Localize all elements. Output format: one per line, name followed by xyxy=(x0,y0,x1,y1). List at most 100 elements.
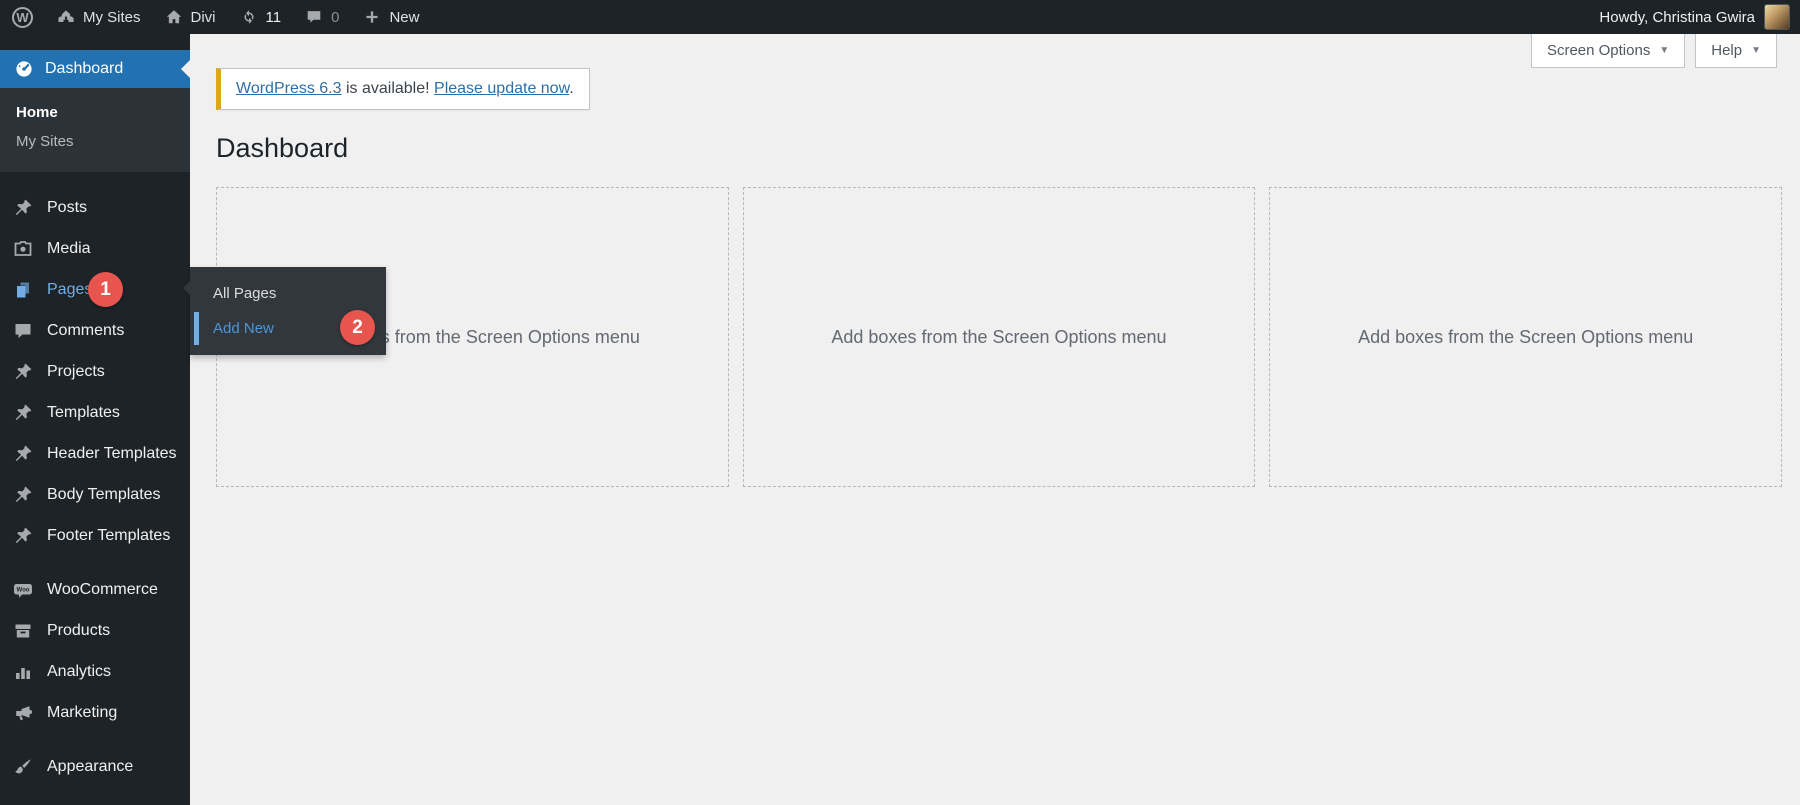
notice-suffix: . xyxy=(569,80,574,97)
admin-sidebar: Dashboard Home My Sites Posts Media Pages 1 C… xyxy=(0,34,190,805)
my-sites-icon xyxy=(57,8,75,26)
sidebar-item-label: Comments xyxy=(47,321,125,339)
help-button[interactable]: Help ▼ xyxy=(1695,34,1777,68)
my-sites-menu[interactable]: My Sites xyxy=(45,0,153,34)
sidebar-item-footer-templates[interactable]: Footer Templates xyxy=(0,515,190,556)
dashboard-placeholder-box: Add boxes from the Screen Options menu xyxy=(1269,187,1782,488)
updates-icon xyxy=(240,8,258,26)
update-now-link[interactable]: Please update now xyxy=(434,80,569,97)
comments-icon xyxy=(305,8,323,26)
admin-bar: W My Sites Divi 11 0 New Howdy, Christin… xyxy=(0,0,1800,34)
bar-chart-icon xyxy=(13,662,35,682)
sidebar-item-label: Footer Templates xyxy=(47,526,171,544)
comment-icon xyxy=(13,321,35,341)
sidebar-item-posts[interactable]: Posts xyxy=(0,187,190,228)
sidebar-item-appearance[interactable]: Appearance xyxy=(0,746,190,787)
sidebar-item-label: Appearance xyxy=(47,757,134,775)
pushpin-icon xyxy=(13,198,35,218)
current-item-arrow xyxy=(181,60,190,78)
account-menu[interactable]: Howdy, Christina Gwira xyxy=(1589,4,1800,30)
comments-count: 0 xyxy=(331,8,340,26)
help-label: Help xyxy=(1711,42,1743,59)
dashboard-submenu-item-home[interactable]: Home xyxy=(0,98,190,127)
flyout-item-label: Add New xyxy=(213,320,274,337)
site-name-label: Divi xyxy=(190,8,216,26)
archive-box-icon xyxy=(13,621,35,641)
sidebar-item-label: WooCommerce xyxy=(47,580,158,598)
wordpress-logo-button[interactable]: W xyxy=(0,0,45,34)
svg-text:Woo: Woo xyxy=(17,587,30,593)
sidebar-item-label: Header Templates xyxy=(47,444,177,462)
notice-text: is available! xyxy=(341,80,435,97)
flyout-item-label: All Pages xyxy=(213,285,277,302)
sidebar-item-label: Media xyxy=(47,239,91,257)
chevron-down-icon: ▼ xyxy=(1751,45,1761,56)
screen-options-label: Screen Options xyxy=(1546,42,1651,59)
placeholder-box-text: Add boxes from the Screen Options menu xyxy=(831,326,1167,347)
avatar xyxy=(1764,4,1790,30)
new-content-menu[interactable]: New xyxy=(351,0,431,34)
flyout-arrow xyxy=(176,281,190,295)
update-notice: WordPress 6.3 is available! Please updat… xyxy=(216,68,590,110)
sidebar-item-marketing[interactable]: Marketing xyxy=(0,692,190,733)
sidebar-item-label: Pages xyxy=(47,280,93,298)
pushpin-icon xyxy=(13,526,35,546)
updates-menu[interactable]: 11 xyxy=(228,0,294,34)
sidebar-item-label: Projects xyxy=(47,362,105,380)
dashboard-placeholder-box: Add boxes from the Screen Options menu xyxy=(742,187,1256,488)
sidebar-item-label: Posts xyxy=(47,198,88,216)
main-content: WordPress 6.3 is available! Please updat… xyxy=(190,34,1800,805)
flyout-item-add-new[interactable]: Add New 2 xyxy=(190,310,386,346)
howdy-label: Howdy, Christina Gwira xyxy=(1599,8,1755,26)
sidebar-item-label: Marketing xyxy=(47,703,118,721)
my-sites-label: My Sites xyxy=(83,8,141,26)
active-indicator-bar xyxy=(194,312,199,345)
step-badge: 1 xyxy=(88,272,123,307)
sidebar-item-projects[interactable]: Projects xyxy=(0,351,190,392)
pushpin-icon xyxy=(13,444,35,464)
site-name-menu[interactable]: Divi xyxy=(153,0,228,34)
pushpin-icon xyxy=(13,403,35,423)
sidebar-item-body-templates[interactable]: Body Templates xyxy=(0,474,190,515)
sidebar-item-label: Analytics xyxy=(47,662,112,680)
sidebar-menu: Posts Media Pages 1 Comments Projects Template… xyxy=(0,187,190,787)
sidebar-item-header-templates[interactable]: Header Templates xyxy=(0,433,190,474)
camera-icon xyxy=(13,239,35,259)
plus-icon xyxy=(363,8,381,26)
chevron-down-icon: ▼ xyxy=(1659,45,1670,56)
dashboard-submenu-item-my-sites[interactable]: My Sites xyxy=(0,127,190,156)
dashboard-submenu: Home My Sites xyxy=(0,88,190,172)
megaphone-icon xyxy=(13,703,35,723)
updates-count: 11 xyxy=(265,8,282,26)
sidebar-item-analytics[interactable]: Analytics xyxy=(0,651,190,692)
pages-icon xyxy=(13,280,35,300)
pages-flyout-menu: All Pages Add New 2 xyxy=(183,267,386,355)
woocommerce-icon: Woo xyxy=(13,580,35,600)
sidebar-item-woocommerce[interactable]: Woo WooCommerce xyxy=(0,569,190,610)
screen-options-button[interactable]: Screen Options ▼ xyxy=(1530,34,1686,68)
home-icon xyxy=(165,8,183,26)
dashboard-gauge-icon xyxy=(14,59,34,79)
wordpress-version-link[interactable]: WordPress 6.3 xyxy=(236,80,342,97)
wordpress-logo-icon: W xyxy=(12,6,33,28)
screen-meta-tabs: Screen Options ▼ Help ▼ xyxy=(1530,34,1777,68)
step-badge: 2 xyxy=(340,310,375,345)
comments-menu[interactable]: 0 xyxy=(293,0,351,34)
sidebar-item-label: Products xyxy=(47,621,111,639)
dashboard-widget-area: Add boxes from the Screen Options menu Ad… xyxy=(216,187,1782,488)
sidebar-item-media[interactable]: Media xyxy=(0,228,190,269)
sidebar-item-label: Dashboard xyxy=(45,60,124,77)
flyout-item-all-pages[interactable]: All Pages xyxy=(190,276,386,311)
sidebar-item-pages[interactable]: Pages 1 xyxy=(0,269,190,310)
placeholder-box-text: Add boxes from the Screen Options menu xyxy=(1358,326,1694,347)
new-label: New xyxy=(389,8,420,26)
paintbrush-icon xyxy=(13,757,35,777)
pushpin-icon xyxy=(13,362,35,382)
sidebar-item-products[interactable]: Products xyxy=(0,610,190,651)
pushpin-icon xyxy=(13,485,35,505)
sidebar-item-templates[interactable]: Templates xyxy=(0,392,190,433)
sidebar-item-label: Templates xyxy=(47,403,120,421)
page-title: Dashboard xyxy=(216,133,349,163)
sidebar-item-comments[interactable]: Comments xyxy=(0,310,190,351)
sidebar-item-dashboard[interactable]: Dashboard xyxy=(0,50,190,88)
